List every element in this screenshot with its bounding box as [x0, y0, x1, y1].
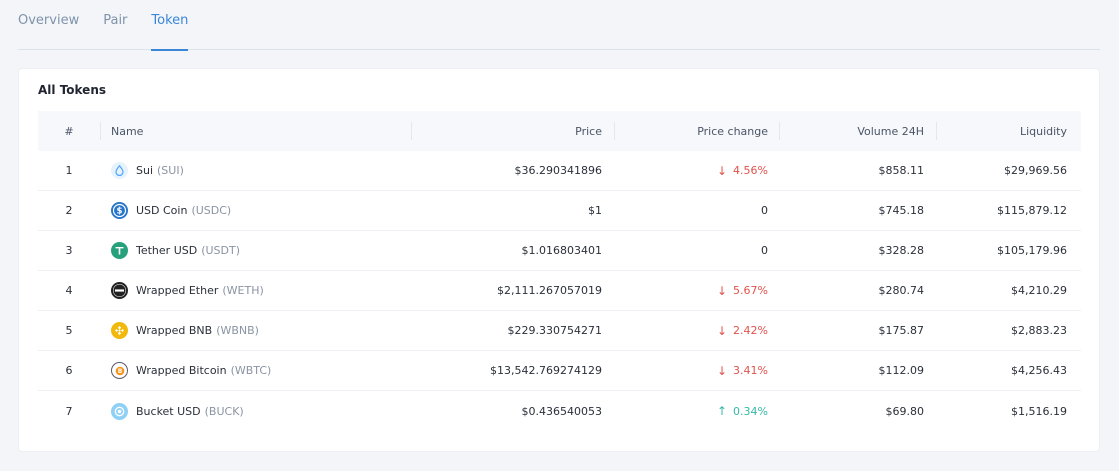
row-index: 1 — [65, 164, 73, 177]
token-name: USD Coin — [136, 204, 188, 217]
token-symbol: (USDC) — [191, 204, 232, 217]
tab-bar: Overview Pair Token — [18, 0, 1100, 51]
tab-pair[interactable]: Pair — [103, 0, 127, 50]
liquidity: $4,210.29 — [1011, 284, 1067, 297]
token-name-cell[interactable]: Wrapped BNB (WBNB) — [100, 311, 411, 351]
token-name: Tether USD — [136, 244, 198, 257]
bnb-icon — [111, 322, 128, 339]
price-change: ↓ 2.42% — [614, 311, 779, 351]
header-price-change[interactable]: Price change — [614, 111, 779, 151]
arrow-down-icon: ↓ — [716, 363, 728, 378]
table-row[interactable]: 1 Sui (SUI) $36.290341896 ↓ 4.56% $858.1… — [38, 151, 1081, 191]
price-change: ↑ 0.34% — [614, 391, 779, 431]
token-symbol: (WETH) — [222, 284, 264, 297]
table-row[interactable]: 4 Wrapped Ether (WETH) $2,111.267057019 … — [38, 271, 1081, 311]
tokens-card: All Tokens # Name Price Price change Vol… — [18, 68, 1100, 452]
token-name-cell[interactable]: B Wrapped Bitcoin (WBTC) — [100, 351, 411, 391]
usdc-icon: $ — [111, 202, 128, 219]
row-index: 4 — [65, 284, 73, 297]
volume-24h: $280.74 — [878, 284, 925, 297]
svg-text:$: $ — [117, 207, 123, 217]
header-volume[interactable]: Volume 24H — [779, 111, 936, 151]
arrow-up-icon: ↑ — [716, 404, 728, 418]
liquidity: $2,883.23 — [1011, 324, 1067, 337]
price-change: 0 — [614, 191, 779, 231]
price-change: 0 — [614, 231, 779, 271]
table-header: # Name Price Price change Volume 24H Liq… — [38, 111, 1081, 151]
row-index: 7 — [65, 404, 73, 418]
token-name: Wrapped Bitcoin — [136, 364, 227, 377]
token-price: $13,542.769274129 — [490, 364, 602, 377]
table-row[interactable]: 6 B Wrapped Bitcoin (WBTC) $13,542.76927… — [38, 351, 1081, 391]
token-price: $1.016803401 — [521, 244, 602, 257]
price-change: ↓ 3.41% — [614, 351, 779, 391]
volume-24h: $745.18 — [878, 204, 925, 217]
price-change-value: 4.56% — [733, 164, 768, 177]
table-row[interactable]: 7 Bucket USD (BUCK) $0.436540053 ↑ 0.34%… — [38, 391, 1081, 431]
token-name-cell[interactable]: Sui (SUI) — [100, 151, 411, 191]
header-index[interactable]: # — [38, 111, 100, 151]
price-change-value: 3.41% — [733, 364, 768, 377]
token-name: Wrapped Ether — [136, 284, 219, 297]
token-symbol: (USDT) — [201, 244, 241, 257]
row-index: 5 — [65, 324, 73, 337]
token-price: $0.436540053 — [521, 404, 602, 418]
token-name: Sui — [136, 164, 154, 177]
price-change-value: 0.34% — [733, 404, 768, 418]
arrow-down-icon: ↓ — [716, 323, 728, 338]
arrow-down-icon: ↓ — [716, 283, 728, 298]
token-price: $36.290341896 — [514, 164, 602, 177]
card-title: All Tokens — [38, 83, 107, 97]
row-index: 6 — [65, 364, 73, 377]
liquidity: $1,516.19 — [1011, 404, 1067, 418]
token-name-cell[interactable]: Bucket USD (BUCK) — [100, 391, 411, 431]
token-symbol: (BUCK) — [204, 404, 244, 418]
buck-icon — [111, 402, 128, 420]
token-symbol: (WBNB) — [216, 324, 259, 337]
liquidity: $115,879.12 — [997, 204, 1067, 217]
token-name-cell[interactable]: Wrapped Ether (WETH) — [100, 271, 411, 311]
price-change: ↓ 4.56% — [614, 151, 779, 191]
token-name: Bucket USD — [136, 404, 201, 418]
wbtc-icon: B — [111, 362, 128, 379]
price-change-value: 2.42% — [733, 324, 768, 337]
token-price: $2,111.267057019 — [497, 284, 602, 297]
tokens-table: # Name Price Price change Volume 24H Liq… — [38, 111, 1081, 431]
header-name[interactable]: Name — [100, 111, 411, 151]
header-liquidity[interactable]: Liquidity — [936, 111, 1081, 151]
price-change: ↓ 5.67% — [614, 271, 779, 311]
volume-24h: $175.87 — [878, 324, 925, 337]
weth-icon — [111, 282, 128, 299]
volume-24h: $69.80 — [885, 404, 925, 418]
liquidity: $4,256.43 — [1011, 364, 1067, 377]
tab-overview[interactable]: Overview — [18, 0, 79, 50]
table-row[interactable]: 3 Tether USD (USDT) $1.016803401 0 $328.… — [38, 231, 1081, 271]
token-price: $1 — [588, 204, 602, 217]
volume-24h: $112.09 — [878, 364, 925, 377]
token-price: $229.330754271 — [507, 324, 602, 337]
header-price[interactable]: Price — [411, 111, 614, 151]
price-change-value: 0 — [761, 204, 768, 217]
volume-24h: $858.11 — [878, 164, 925, 177]
token-symbol: (SUI) — [157, 164, 184, 177]
table-row[interactable]: 2 $ USD Coin (USDC) $1 0 $745.18 $115,87… — [38, 191, 1081, 231]
row-index: 2 — [65, 204, 73, 217]
table-row[interactable]: 5 Wrapped BNB (WBNB) $229.330754271 ↓ 2.… — [38, 311, 1081, 351]
usdt-icon — [111, 242, 128, 259]
sui-icon — [111, 162, 128, 179]
token-name: Wrapped BNB — [136, 324, 213, 337]
liquidity: $105,179.96 — [997, 244, 1067, 257]
token-symbol: (WBTC) — [230, 364, 272, 377]
token-name-cell[interactable]: $ USD Coin (USDC) — [100, 191, 411, 231]
liquidity: $29,969.56 — [1004, 164, 1067, 177]
token-name-cell[interactable]: Tether USD (USDT) — [100, 231, 411, 271]
tab-token[interactable]: Token — [151, 0, 189, 51]
price-change-value: 5.67% — [733, 284, 768, 297]
svg-text:B: B — [117, 368, 122, 375]
arrow-down-icon: ↓ — [716, 163, 728, 178]
volume-24h: $328.28 — [878, 244, 925, 257]
row-index: 3 — [65, 244, 73, 257]
price-change-value: 0 — [761, 244, 768, 257]
